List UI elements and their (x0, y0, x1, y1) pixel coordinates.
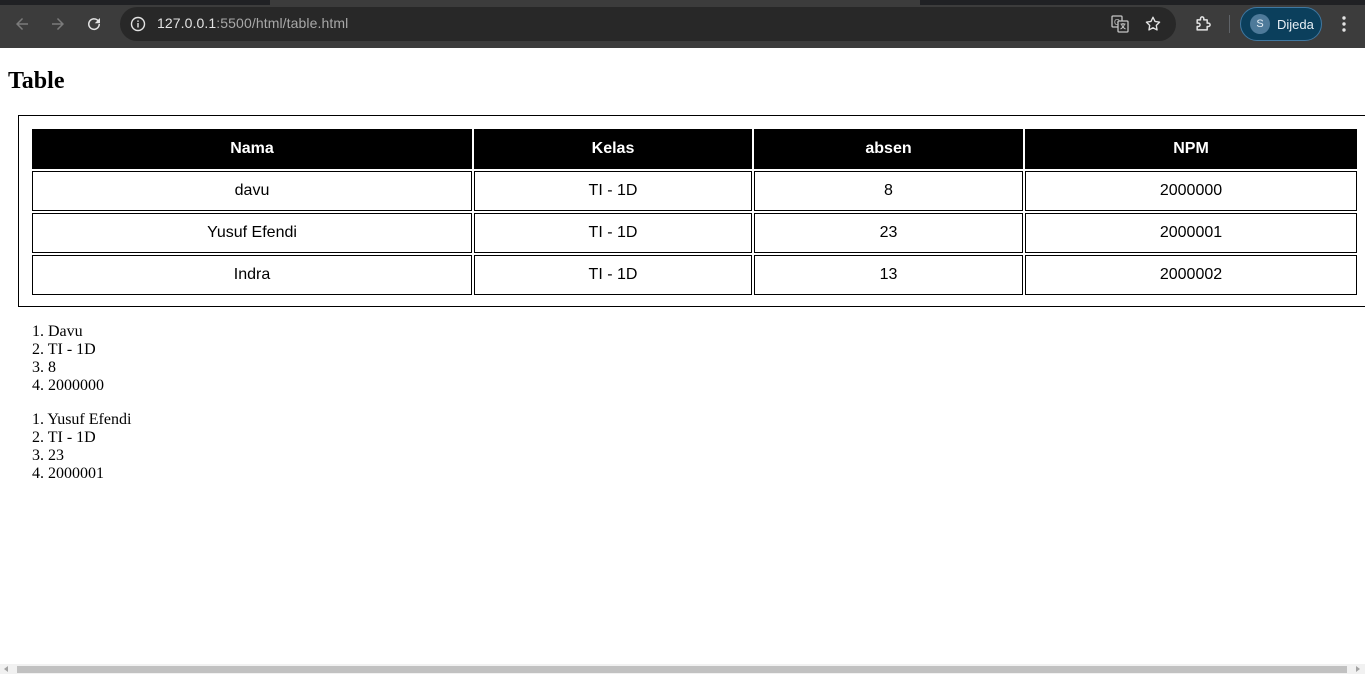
profile-name: Dijeda (1277, 16, 1314, 32)
bookmark-button[interactable] (1143, 14, 1163, 34)
list-item: 2. TI - 1D (32, 429, 96, 446)
cell-kelas: TI - 1D (474, 171, 752, 211)
reload-icon (88, 18, 101, 31)
scroll-right-arrow-icon[interactable] (1356, 666, 1360, 672)
address-bar[interactable]: 127.0.0.1:5500/html/table.html G (120, 7, 1176, 41)
scrollbar-thumb[interactable] (17, 666, 1347, 673)
url-host: 127.0.0.1 (157, 15, 217, 31)
kebab-menu-icon (1342, 16, 1346, 32)
list-item: 2. TI - 1D (32, 341, 96, 358)
translate-icon: G (1111, 15, 1129, 33)
cell-npm: 2000002 (1025, 255, 1357, 295)
cell-absen: 13 (754, 255, 1023, 295)
browser-menu-button[interactable] (1334, 12, 1354, 36)
list-item: 1. Yusuf Efendi (32, 411, 132, 428)
cell-kelas: TI - 1D (474, 255, 752, 295)
site-info-button[interactable] (128, 14, 148, 34)
horizontal-scrollbar[interactable] (0, 664, 1365, 674)
cell-npm: 2000000 (1025, 171, 1357, 211)
table-row: Indra TI - 1D 13 2000002 (32, 255, 1357, 295)
cell-absen: 23 (754, 213, 1023, 253)
site-info-icon (130, 16, 146, 32)
translate-button[interactable]: G (1110, 14, 1130, 34)
avatar: S (1250, 14, 1270, 34)
extensions-puzzle-icon (1196, 16, 1211, 31)
url-text[interactable]: 127.0.0.1:5500/html/table.html (157, 15, 348, 31)
list-item: 4. 2000000 (32, 377, 104, 394)
list-item: 3. 8 (32, 359, 56, 376)
forward-arrow-icon (52, 18, 64, 30)
header-kelas: Kelas (474, 129, 752, 169)
reload-button[interactable] (80, 10, 108, 38)
scroll-left-arrow-icon[interactable] (4, 666, 8, 672)
ordered-list-davu: 1. Davu 2. TI - 1D 3. 8 4. 2000000 (32, 323, 104, 395)
active-tab-edge (270, 0, 920, 5)
tab-strip (0, 0, 1365, 5)
ordered-list-yusuf: 1. Yusuf Efendi 2. TI - 1D 3. 23 4. 2000… (32, 411, 131, 483)
toolbar-separator (1229, 15, 1230, 33)
header-nama: Nama (32, 129, 472, 169)
profile-button[interactable]: S Dijeda (1240, 7, 1322, 41)
back-button[interactable] (8, 10, 36, 38)
list-item: 4. 2000001 (32, 465, 104, 482)
list-item: 3. 23 (32, 447, 64, 464)
student-table: Nama Kelas absen NPM davu TI - 1D 8 2000… (30, 127, 1359, 297)
cell-nama: Indra (32, 255, 472, 295)
cell-kelas: TI - 1D (474, 213, 752, 253)
cell-nama: Yusuf Efendi (32, 213, 472, 253)
url-path: :5500/html/table.html (216, 15, 349, 31)
header-npm: NPM (1025, 129, 1357, 169)
header-absen: absen (754, 129, 1023, 169)
page-content: Table Nama Kelas absen NPM davu TI - 1D … (0, 48, 1365, 666)
extensions-button[interactable] (1191, 12, 1215, 36)
table-row: davu TI - 1D 8 2000000 (32, 171, 1357, 211)
bookmark-star-icon (1145, 16, 1161, 31)
back-arrow-icon (16, 18, 28, 30)
table-row: Yusuf Efendi TI - 1D 23 2000001 (32, 213, 1357, 253)
cell-absen: 8 (754, 171, 1023, 211)
cell-npm: 2000001 (1025, 213, 1357, 253)
page-title: Table (8, 68, 65, 94)
table-outer-border: Nama Kelas absen NPM davu TI - 1D 8 2000… (18, 115, 1365, 307)
forward-button[interactable] (44, 10, 72, 38)
browser-toolbar: 127.0.0.1:5500/html/table.html G S Dijed… (0, 0, 1365, 48)
list-item: 1. Davu (32, 323, 83, 340)
cell-nama: davu (32, 171, 472, 211)
table-header-row: Nama Kelas absen NPM (32, 129, 1357, 169)
